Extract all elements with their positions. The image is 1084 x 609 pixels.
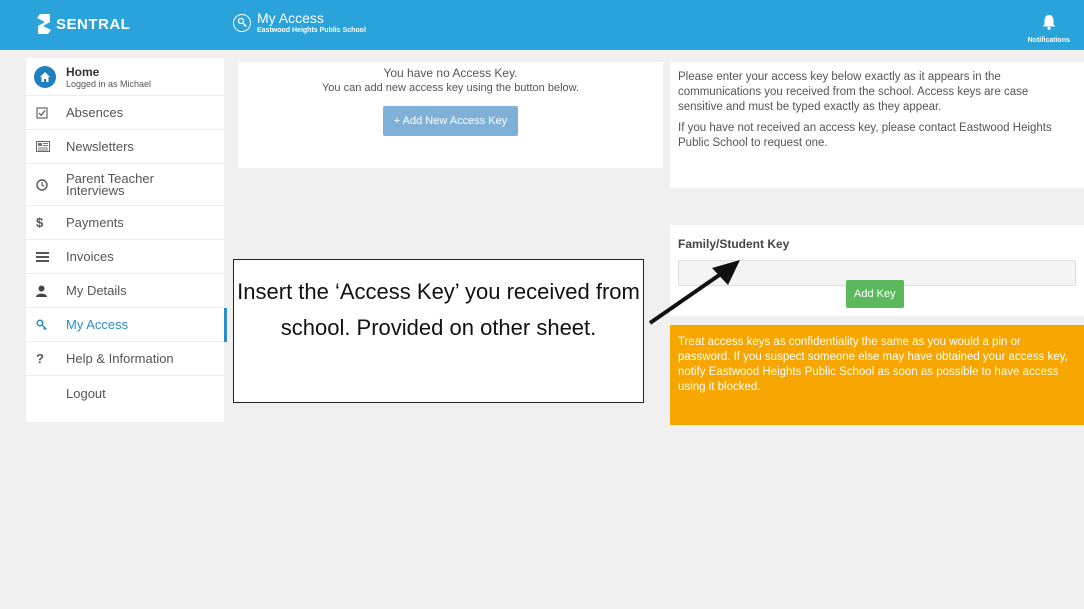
add-key-button[interactable]: Add Key: [846, 280, 904, 308]
top-bar: SENTRAL My Access Eastwood Heights Publi…: [0, 0, 1084, 50]
newspaper-icon: [36, 141, 66, 152]
family-student-key-label: Family/Student Key: [678, 237, 790, 251]
notifications-label: Notifications: [1027, 37, 1070, 44]
warning-text: Treat access keys as confidentiality the…: [678, 336, 1068, 393]
notifications-button[interactable]: Notifications: [1028, 14, 1070, 44]
active-indicator: [224, 308, 227, 342]
key-icon: [233, 13, 251, 32]
dollar-icon: $: [36, 215, 44, 230]
add-new-access-key-button[interactable]: + Add New Access Key: [382, 106, 519, 136]
confidentiality-warning: Treat access keys as confidentiality the…: [670, 325, 1084, 425]
user-icon: [36, 285, 66, 297]
sidebar-item-label: Help & Information: [66, 351, 174, 366]
sidebar-item-label: Home: [66, 64, 100, 79]
sentral-logo-icon: [37, 14, 51, 34]
sidebar: Home Logged in as Michael Absences Newsl…: [26, 58, 227, 422]
sidebar-item-payments[interactable]: $ Payments: [26, 206, 224, 240]
sidebar-item-help[interactable]: ? Help & Information: [26, 342, 224, 376]
callout-box: Insert the ‘Access Key’ you received fro…: [233, 259, 644, 403]
sidebar-item-newsletters[interactable]: Newsletters: [26, 130, 224, 164]
instructions-text: Please enter your access key below exact…: [678, 71, 1029, 113]
contact-school-text: If you have not received an access key, …: [678, 122, 1052, 149]
brand-name: SENTRAL: [56, 15, 131, 33]
page-header: My Access Eastwood Heights Public School: [233, 11, 366, 34]
sidebar-item-label: Invoices: [66, 249, 114, 264]
access-key-panel: You have no Access Key. You can add new …: [238, 62, 663, 168]
sidebar-item-label: Payments: [66, 215, 124, 230]
sidebar-item-label: Newsletters: [66, 139, 134, 154]
sidebar-item-parent-teacher-interviews[interactable]: Parent Teacher Interviews: [26, 164, 224, 206]
sidebar-item-label: Logout: [66, 385, 106, 401]
sidebar-item-label: My Access: [66, 317, 129, 332]
list-icon: [36, 251, 66, 262]
sidebar-item-invoices[interactable]: Invoices: [26, 240, 224, 274]
logged-in-as: Logged in as Michael: [66, 78, 152, 89]
checkbox-icon: [36, 106, 66, 119]
no-access-key-message: You have no Access Key.: [383, 66, 518, 80]
sidebar-item-absences[interactable]: Absences: [26, 96, 224, 130]
callout-text: Insert the ‘Access Key’ you received fro…: [237, 279, 640, 340]
instructions-panel: Please enter your access key below exact…: [670, 62, 1084, 188]
sidebar-item-label: Absences: [66, 105, 124, 120]
sidebar-item-my-details[interactable]: My Details: [26, 274, 224, 308]
school-name: Eastwood Heights Public School: [257, 27, 366, 34]
sidebar-item-my-access[interactable]: My Access: [26, 308, 227, 342]
sidebar-item-label: My Details: [66, 283, 127, 298]
callout-arrow-icon: [648, 260, 740, 325]
bell-icon: [1042, 15, 1056, 30]
home-icon: [34, 65, 56, 88]
sidebar-item-label: Parent Teacher Interviews: [66, 170, 154, 198]
sentral-logo[interactable]: SENTRAL: [36, 13, 130, 35]
question-icon: ?: [36, 351, 44, 366]
key-icon: [36, 318, 66, 331]
page-title: My Access: [257, 10, 324, 26]
sidebar-item-logout[interactable]: Logout: [26, 376, 224, 410]
sidebar-item-home[interactable]: Home Logged in as Michael: [26, 58, 224, 96]
add-key-instruction: You can add new access key using the but…: [321, 82, 580, 94]
clock-icon: [36, 178, 66, 191]
